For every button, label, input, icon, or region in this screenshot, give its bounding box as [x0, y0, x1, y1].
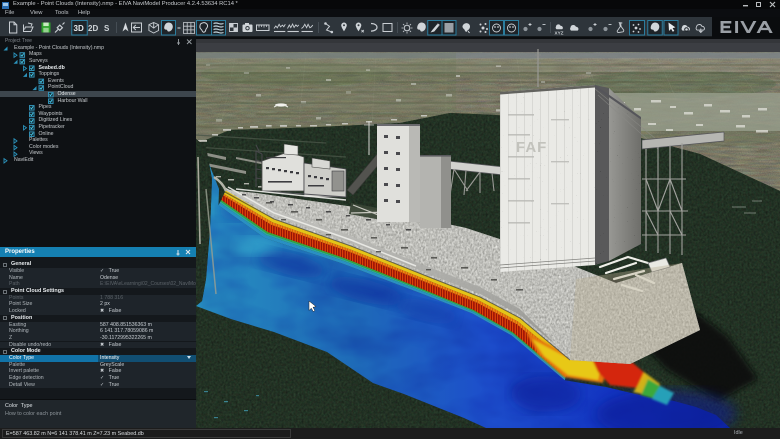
- svg-text:FAF: FAF: [516, 139, 547, 156]
- svg-text:S: S: [104, 24, 110, 33]
- svg-text:3D: 3D: [74, 24, 84, 33]
- svg-text:XYZ: XYZ: [555, 30, 564, 35]
- svg-text:2D: 2D: [88, 24, 98, 33]
